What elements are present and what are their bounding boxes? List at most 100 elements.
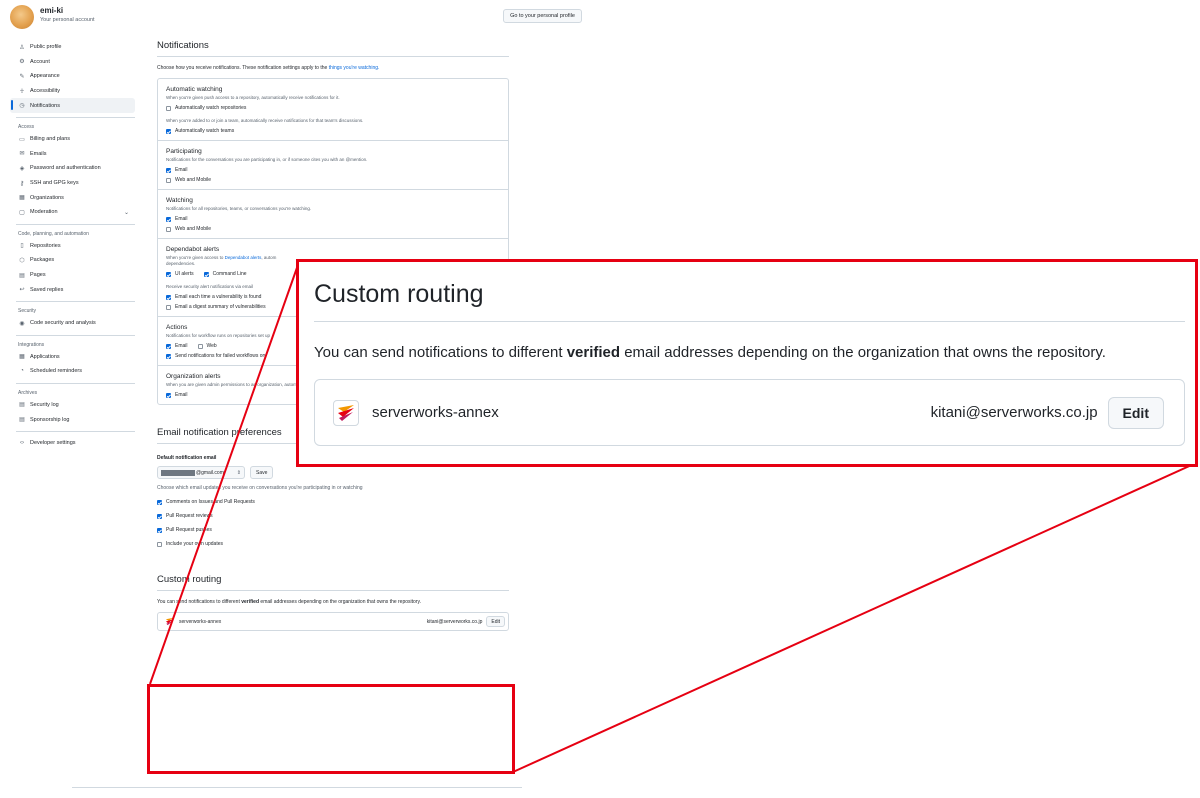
footer-divider — [72, 787, 522, 788]
sidebar-item-developer-settings[interactable]: ‹› Developer settings — [10, 436, 135, 451]
sidebar-item-code-security-and-analysis[interactable]: ◉ Code security and analysis — [10, 316, 135, 331]
watch-teams-option[interactable]: Automatically watch teams — [166, 128, 500, 134]
sidebar-group-heading: Integrations — [18, 341, 45, 348]
sidebar-item-billing-and-plans[interactable]: ▭ Billing and plans — [10, 132, 135, 147]
sidebar-item-label: Accessibility — [30, 88, 60, 95]
dependabot-alerts-link[interactable]: Dependabot alerts — [225, 255, 262, 260]
serverworks-logo-icon — [333, 399, 359, 426]
go-to-profile-button[interactable]: Go to your personal profile — [503, 9, 582, 23]
callout-line-bottom — [512, 462, 1197, 773]
sidebar-group-heading: Security — [18, 307, 37, 314]
checkbox[interactable] — [157, 527, 162, 533]
checkbox[interactable] — [166, 216, 171, 222]
ui-alerts-option[interactable]: UI alerts — [166, 271, 194, 277]
sidebar-item-applications[interactable]: ▦ Applications — [10, 350, 135, 365]
email-pref-option[interactable]: Pull Request reviews — [157, 513, 509, 519]
checkbox[interactable] — [197, 343, 203, 349]
sidebar-item-pages[interactable]: ▤ Pages — [10, 268, 135, 283]
actions-web-option[interactable]: Web — [197, 343, 217, 349]
gear-icon: ⚙ — [19, 59, 25, 66]
sidebar-item-public-profile[interactable]: ♙ Public profile — [10, 40, 135, 55]
routing-email: kitani@serverworks.co.jp — [426, 618, 483, 625]
checkbox[interactable] — [157, 541, 162, 547]
sidebar-item-saved-replies[interactable]: ↩ Saved replies — [10, 282, 135, 297]
checkbox[interactable] — [166, 128, 171, 134]
edit-button[interactable]: Edit — [486, 616, 505, 627]
checkbox[interactable] — [157, 499, 162, 505]
sidebar-item-label: Packages — [30, 257, 55, 264]
reply-icon: ↩ — [19, 287, 25, 294]
sidebar-item-emails[interactable]: ✉ Emails — [10, 147, 135, 162]
section-title: Automatic watching — [166, 86, 223, 93]
zoom-title: Custom routing — [314, 280, 1185, 322]
key-icon: ⚷ — [19, 180, 25, 187]
participating-web-option[interactable]: Web and Mobile — [166, 177, 500, 183]
save-button[interactable]: Save — [250, 466, 274, 479]
sidebar-item-sponsorship-log[interactable]: ▤ Sponsorship log — [10, 412, 135, 427]
notifications-intro: Choose how you receive notifications. Th… — [157, 65, 380, 71]
default-email-row: @gmail.com ⇕ Save — [157, 466, 509, 479]
credit-card-icon: ▭ — [19, 136, 25, 143]
zoom-org-name: serverworks-annex — [372, 404, 499, 421]
checkbox[interactable] — [166, 304, 171, 310]
clock-icon: ◔ — [20, 368, 24, 375]
participating-email-option[interactable]: Email — [166, 167, 500, 173]
zoom-description: You can send notifications to different … — [314, 344, 1106, 361]
custom-routing-description: You can send notifications to different … — [157, 599, 421, 605]
sidebar-item-notifications[interactable]: ◷ Notifications — [10, 98, 135, 113]
sidebar-item-label: Password and authentication — [30, 165, 101, 172]
checkbox[interactable] — [166, 105, 171, 111]
sidebar-divider — [16, 430, 135, 432]
sidebar-item-password-and-authentication[interactable]: ◈ Password and authentication — [10, 161, 135, 176]
checkbox[interactable] — [166, 343, 171, 349]
checkbox[interactable] — [166, 177, 171, 183]
checkbox[interactable] — [166, 226, 171, 232]
sidebar-item-label: Code security and analysis — [30, 320, 96, 327]
actions-email-option[interactable]: Email — [166, 343, 188, 349]
accessibility-icon: ☥ — [19, 88, 25, 95]
sidebar-item-repositories[interactable]: ▯ Repositories — [10, 239, 135, 254]
paintbrush-icon: ✎ — [19, 73, 25, 80]
chevron-down-icon: ⌄ — [123, 209, 129, 216]
log-icon: ▤ — [19, 417, 25, 424]
sidebar-item-security-log[interactable]: ▤ Security log — [10, 398, 135, 413]
sidebar-item-organizations[interactable]: ▦ Organizations — [10, 190, 135, 205]
checkbox[interactable] — [203, 271, 209, 277]
sidebar-item-ssh-and-gpg-keys[interactable]: ⚷ SSH and GPG keys — [10, 176, 135, 191]
watching-web-option[interactable]: Web and Mobile — [166, 226, 500, 232]
checkbox[interactable] — [157, 513, 162, 519]
watch-repositories-option[interactable]: Automatically watch repositories — [166, 105, 500, 111]
shield-icon: ◉ — [19, 320, 25, 327]
sidebar-divider — [16, 300, 135, 302]
section-description: Notifications for all repositories, team… — [166, 206, 312, 211]
sidebar-item-account[interactable]: ⚙ Account — [10, 55, 135, 70]
things-watching-link[interactable]: things you're watching. — [329, 65, 380, 71]
sidebar-item-scheduled-reminders[interactable]: ◔ Scheduled reminders — [10, 364, 135, 379]
mail-icon: ✉ — [19, 151, 25, 158]
command-line-option[interactable]: Command Line — [203, 271, 247, 277]
sidebar-item-accessibility[interactable]: ☥ Accessibility — [10, 84, 135, 99]
checkbox[interactable] — [166, 392, 171, 398]
zoom-edit-button[interactable]: Edit — [1107, 396, 1164, 429]
sidebar-item-packages[interactable]: ⬡ Packages — [10, 253, 135, 268]
bell-icon: ◷ — [19, 103, 25, 110]
sidebar-item-label: Public profile — [30, 44, 62, 51]
sidebar-item-appearance[interactable]: ✎ Appearance — [10, 69, 135, 84]
sidebar-group-heading: Archives — [18, 389, 38, 396]
sidebar-item-label: Billing and plans — [30, 136, 71, 143]
avatar[interactable] — [10, 5, 34, 29]
checkbox[interactable] — [166, 271, 171, 277]
sidebar-item-label: Scheduled reminders — [30, 368, 82, 375]
person-icon: ♙ — [19, 44, 25, 51]
page-title: Notifications — [157, 40, 509, 57]
watching-email-option[interactable]: Email — [166, 216, 500, 222]
checkbox[interactable] — [166, 167, 171, 173]
shield-lock-icon: ◈ — [19, 165, 25, 172]
checkbox[interactable] — [166, 353, 171, 359]
checkbox[interactable] — [166, 294, 171, 300]
default-email-select[interactable]: @gmail.com ⇕ — [157, 466, 245, 479]
sidebar-item-moderation[interactable]: ▢ Moderation ⌄ — [10, 205, 135, 220]
email-pref-option[interactable]: Pull Request pushes — [157, 527, 509, 533]
email-pref-option[interactable]: Comments on Issues and Pull Requests — [157, 499, 509, 505]
email-pref-option[interactable]: Include your own updates — [157, 541, 509, 547]
